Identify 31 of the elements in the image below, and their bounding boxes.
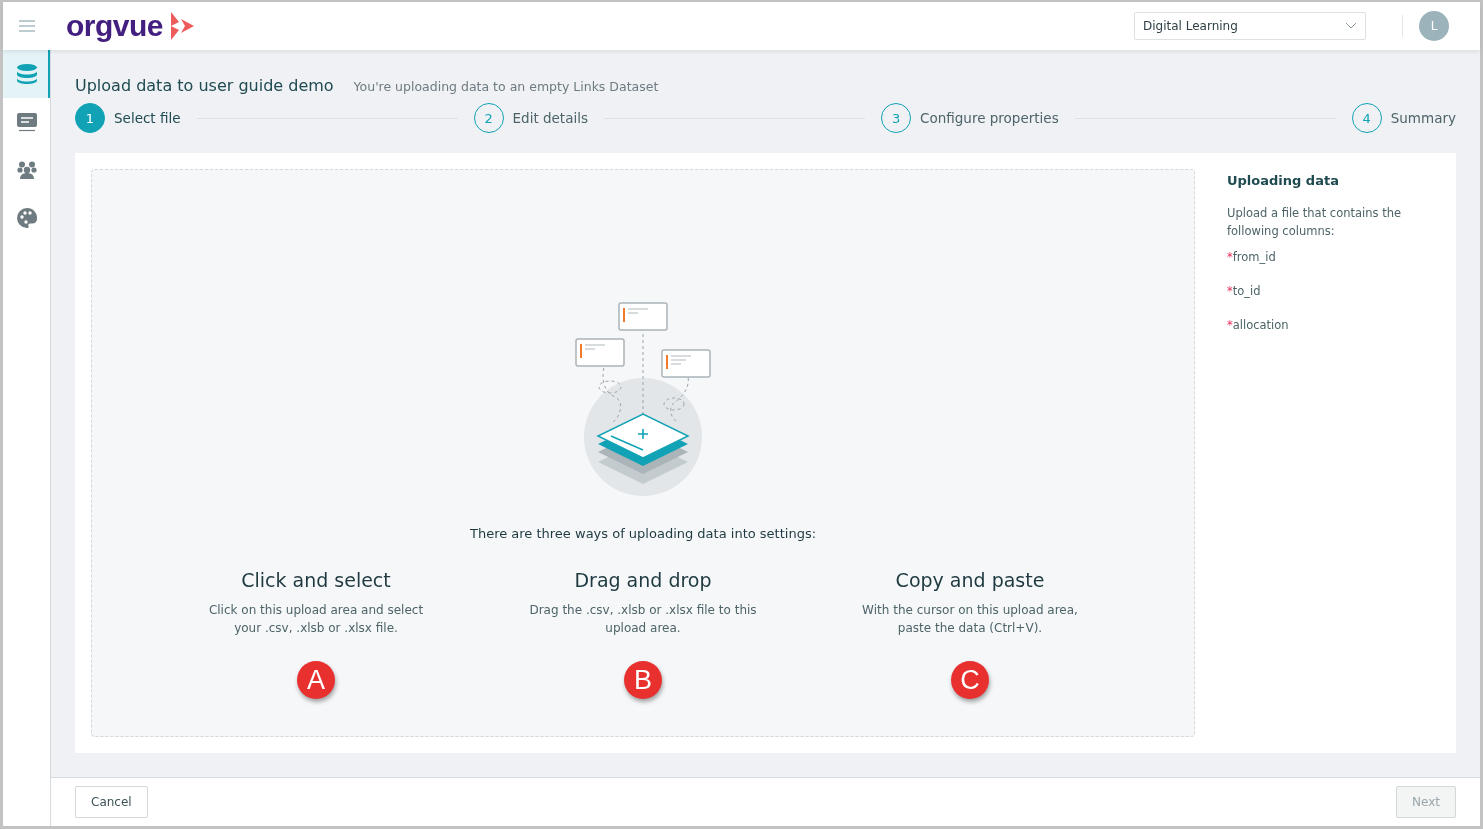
message-board-icon <box>16 112 37 132</box>
callout-badge: C <box>951 661 989 699</box>
column-name: *from_id <box>1227 250 1277 264</box>
method-title: Click and select <box>241 569 391 591</box>
column-name: *allocation <box>1227 318 1290 332</box>
wizard-step[interactable]: 4 Summary <box>1351 103 1456 133</box>
logo-text[interactable]: orgvue <box>66 11 164 41</box>
page-subtitle: You're uploading data to an empty Links Dataset <box>353 79 659 94</box>
cancel-button[interactable]: Cancel <box>75 786 148 818</box>
database-icon <box>15 64 38 84</box>
info-title: Uploading data <box>1227 173 1340 188</box>
method-title: Copy and paste <box>895 569 1045 591</box>
info-text: Upload a file that contains the following columns: <box>1227 205 1403 240</box>
method-description: With the cursor on this upload area, paste the data (Ctrl+V). <box>861 602 1079 637</box>
column-name: *to_id <box>1227 284 1262 298</box>
callout-badge: B <box>624 661 662 699</box>
page-title: Upload data to user guide demo <box>75 76 334 95</box>
upload-intro: There are three ways of uploading data into settings: <box>469 526 817 541</box>
workspace-dropdown[interactable]: Digital Learning <box>1134 12 1366 40</box>
wizard-step[interactable]: 2 Edit details <box>473 103 588 133</box>
method-description: Click on this upload area and select your .csv, .xlsb or .xlsx file. <box>207 602 425 637</box>
wizard-step[interactable]: 3 Configure properties <box>881 103 1059 133</box>
method-title: Drag and drop <box>574 569 712 591</box>
callout-badge: A <box>297 661 335 699</box>
wizard-step[interactable]: 1 Select file <box>75 103 181 133</box>
palette-icon <box>16 208 37 228</box>
step-number: 1 <box>75 103 105 133</box>
method-description: Drag the .csv, .xlsb or .xlsx file to this upload area. <box>528 602 758 637</box>
people-icon <box>16 161 37 179</box>
chevron-down-icon <box>1345 22 1357 30</box>
sidebar-item[interactable] <box>3 50 50 98</box>
